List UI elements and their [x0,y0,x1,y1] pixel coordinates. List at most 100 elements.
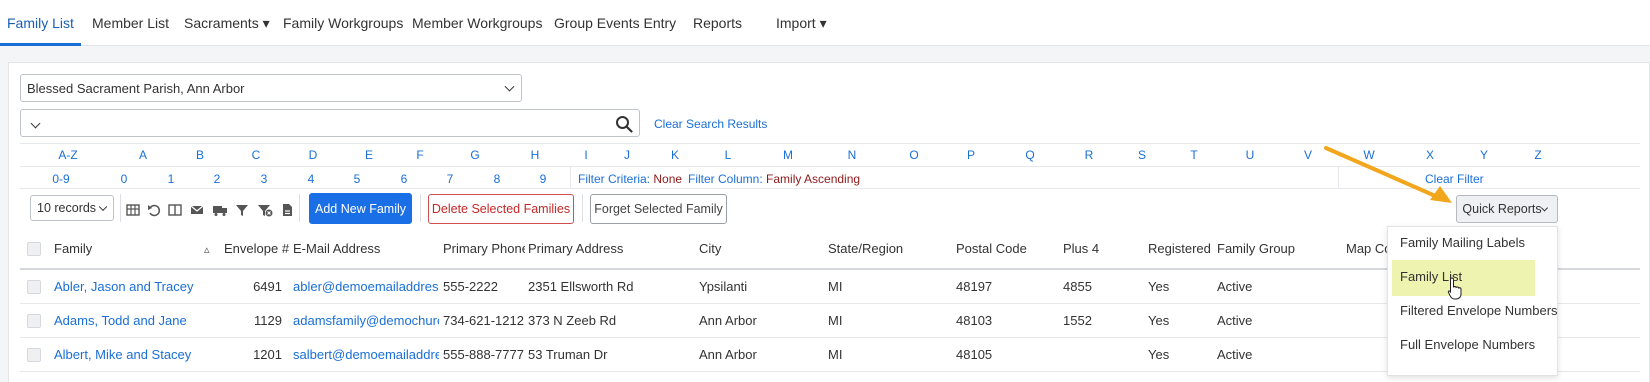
alpha-filter-g[interactable]: G [470,148,479,162]
digit-filter-4[interactable]: 4 [308,172,315,186]
digit-filter-7[interactable]: 7 [447,172,454,186]
alpha-filter-a[interactable]: A [139,148,147,162]
quick-reports-button[interactable]: Quick Reports [1456,195,1558,223]
menu-item-full-envelope-numbers[interactable]: Full Envelope Numbers [1400,337,1535,352]
cell-family[interactable]: Adams, Todd and Jane [54,313,199,328]
digit-filter-2[interactable]: 2 [214,172,221,186]
filter-criteria: Filter Criteria: None [578,172,682,186]
column-header-registered[interactable]: Registered [1148,241,1211,256]
digit-filter-3[interactable]: 3 [261,172,268,186]
export-icon[interactable] [280,203,294,217]
row-checkbox[interactable] [27,348,41,362]
alpha-filter-d[interactable]: D [309,148,318,162]
digit-filter-0-9[interactable]: 0-9 [52,172,69,186]
digit-filter-9[interactable]: 9 [540,172,547,186]
cell-email[interactable]: abler@demoemailaddress.com [293,279,439,294]
records-per-page-select[interactable]: 10 records [30,195,114,221]
alpha-filter-u[interactable]: U [1246,148,1255,162]
alpha-filter-n[interactable]: N [848,148,857,162]
column-header-family-group[interactable]: Family Group [1217,241,1295,256]
alpha-filter-v[interactable]: V [1304,148,1312,162]
row-checkbox[interactable] [27,314,41,328]
menu-item-family-mailing-labels[interactable]: Family Mailing Labels [1400,235,1525,250]
cell-envelope: 1129 [254,313,282,328]
alpha-filter-c[interactable]: C [252,148,261,162]
alpha-filter-r[interactable]: R [1085,148,1094,162]
alpha-filter-s[interactable]: S [1138,148,1146,162]
chevron-down-icon [504,81,515,92]
row-checkbox[interactable] [27,280,41,294]
tab-reports[interactable]: Reports [693,0,742,46]
parish-select[interactable]: Blessed Sacrament Parish, Ann Arbor [20,74,522,102]
alpha-filter-t[interactable]: T [1190,148,1197,162]
tab-family-list[interactable]: Family List [0,0,81,46]
sort-ascending-icon[interactable]: ▵ [204,243,210,256]
chevron-down-icon[interactable] [30,118,41,129]
delete-selected-families-button[interactable]: Delete Selected Families [428,194,574,224]
column-header-map-code[interactable]: Map Co [1346,241,1392,256]
quick-reports-menu: Family Mailing Labels Family List Filter… [1387,226,1558,376]
search-input[interactable] [20,109,640,137]
cell-family-group: Active [1217,347,1253,362]
alpha-filter-h[interactable]: H [531,148,540,162]
search-icon[interactable] [615,115,633,133]
tab-group-events-entry[interactable]: Group Events Entry [554,0,676,46]
tab-sacraments[interactable]: Sacraments ▾ [184,0,270,46]
alpha-filter-j[interactable]: J [624,148,630,162]
column-header-email[interactable]: E-Mail Address [293,241,380,256]
alpha-filter-e[interactable]: E [365,148,373,162]
filter-icon[interactable] [235,203,249,217]
cell-family[interactable]: Abler, Jason and Tracey [54,279,199,294]
alpha-filter-q[interactable]: Q [1025,148,1034,162]
cell-postal-code: 48105 [956,347,993,362]
alpha-filter-a-z[interactable]: A-Z [58,148,77,162]
alpha-filter-f[interactable]: F [416,148,423,162]
column-header-primary-phone[interactable]: Primary Phone [443,241,525,256]
cell-email[interactable]: salbert@demoemailaddress.com [293,347,439,362]
cell-family[interactable]: Albert, Mike and Stacey [54,347,199,362]
tab-member-workgroups[interactable]: Member Workgroups [412,0,542,46]
menu-item-filtered-envelope-numbers[interactable]: Filtered Envelope Numbers [1400,303,1558,318]
digit-filter-1[interactable]: 1 [168,172,175,186]
alpha-filter-m[interactable]: M [783,148,793,162]
column-header-envelope[interactable]: Envelope # [224,241,289,256]
digit-filter-0[interactable]: 0 [121,172,128,186]
add-new-family-button[interactable]: Add New Family [309,193,412,224]
cell-email[interactable]: adamsfamily@demochurch.org [293,313,439,328]
tab-member-list[interactable]: Member List [92,0,169,46]
cell-state: MI [828,279,843,294]
table-icon[interactable] [126,203,140,217]
filter-criteria-value: None [653,172,683,186]
tab-import[interactable]: Import ▾ [776,0,827,46]
mail-truck-icon[interactable] [212,203,228,217]
column-header-family[interactable]: Family [54,241,92,256]
email-icon[interactable] [190,203,204,217]
alpha-filter-l[interactable]: L [725,148,732,162]
filter-clear-icon[interactable] [257,203,273,217]
cell-phone: 734-621-1212 [443,313,524,328]
undo-icon[interactable] [147,203,161,217]
column-header-postal-code[interactable]: Postal Code [956,241,1027,256]
alpha-filter-z[interactable]: Z [1534,148,1541,162]
digit-filter-5[interactable]: 5 [354,172,361,186]
column-header-city[interactable]: City [699,241,721,256]
alpha-filter-p[interactable]: P [967,148,975,162]
tab-family-workgroups[interactable]: Family Workgroups [283,0,403,46]
column-header-plus4[interactable]: Plus 4 [1063,241,1099,256]
column-header-primary-address[interactable]: Primary Address [528,241,623,256]
column-header-state-region[interactable]: State/Region [828,241,903,256]
filter-column-value: Family Ascending [766,172,861,186]
select-all-checkbox[interactable] [27,242,41,256]
columns-icon[interactable] [168,203,182,217]
alpha-filter-k[interactable]: K [671,148,679,162]
alpha-filter-b[interactable]: B [196,148,204,162]
parish-select-value: Blessed Sacrament Parish, Ann Arbor [27,80,245,96]
digit-filter-8[interactable]: 8 [494,172,501,186]
forget-selected-family-button[interactable]: Forget Selected Family [590,194,727,224]
digit-filter-6[interactable]: 6 [401,172,408,186]
alpha-filter-y[interactable]: Y [1480,148,1488,162]
alpha-filter-i[interactable]: I [584,148,587,162]
alpha-filter-o[interactable]: O [909,148,918,162]
chevron-down-icon [1540,204,1549,212]
clear-search-results-link[interactable]: Clear Search Results [654,117,767,131]
